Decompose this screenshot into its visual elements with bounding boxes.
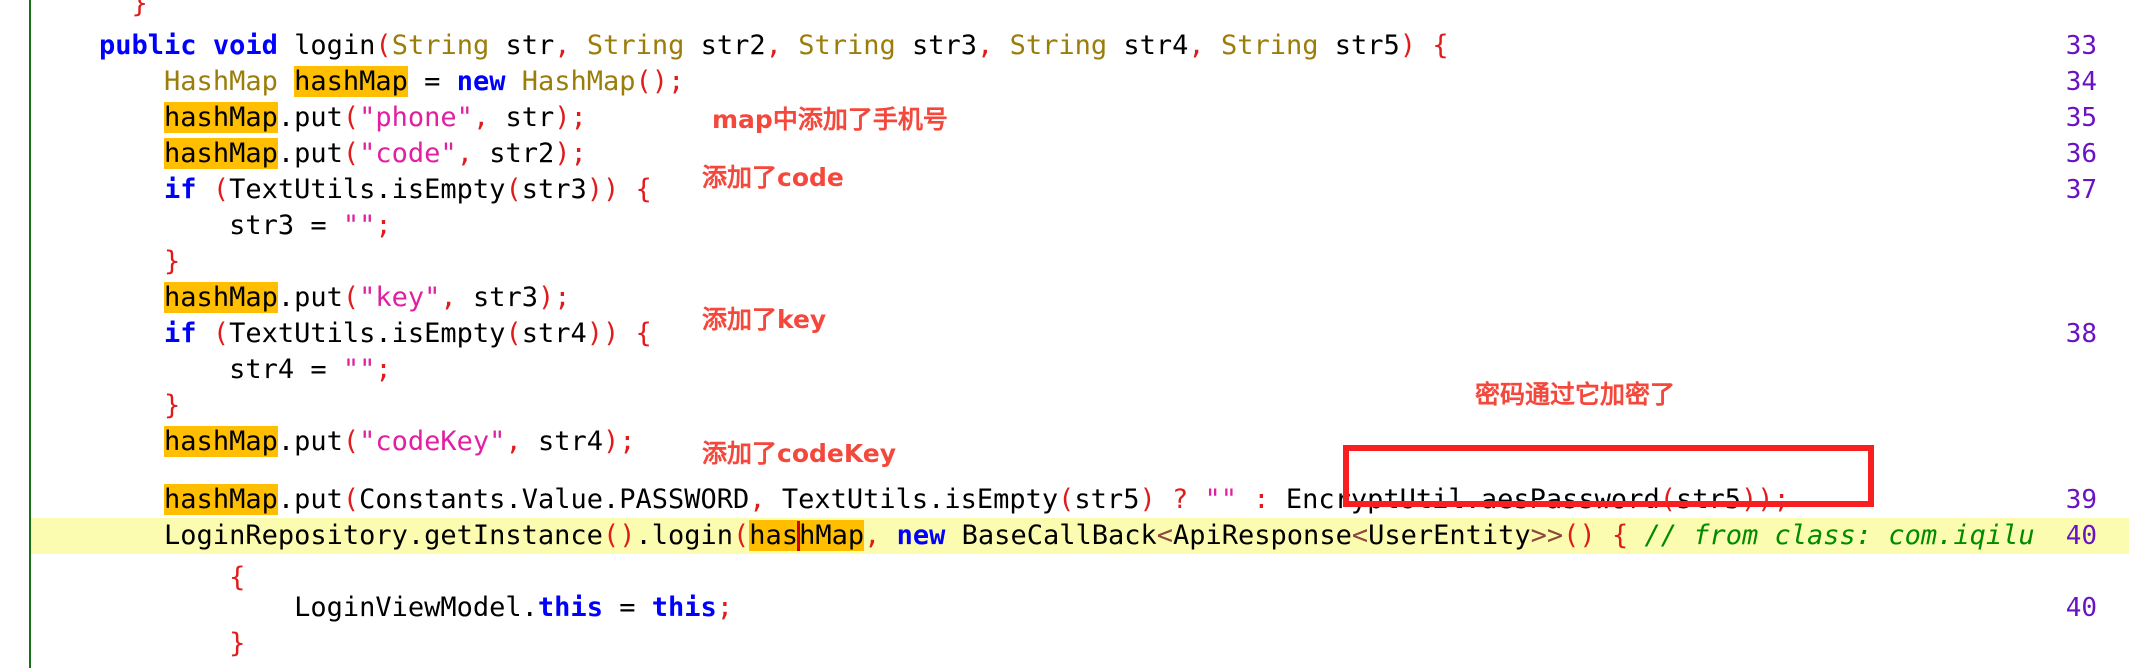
line-number: 33 bbox=[2065, 31, 2097, 61]
line-number: 34 bbox=[2065, 67, 2097, 97]
annotation-password: 密码通过它加密了 bbox=[1475, 380, 1676, 409]
code-line[interactable]: str3 = ""; bbox=[34, 208, 2129, 244]
line-number: 39 bbox=[2065, 485, 2097, 515]
code-line[interactable]: public void login(String str, String str… bbox=[34, 28, 2129, 64]
code-line[interactable]: } bbox=[34, 244, 2129, 280]
line-number: 40 bbox=[2065, 593, 2097, 623]
annotation-codekey: 添加了codeKey bbox=[702, 439, 897, 468]
code-line[interactable]: } bbox=[34, 626, 2129, 662]
callout-rectangle-encryptutil bbox=[1343, 445, 1874, 507]
text-caret bbox=[797, 521, 801, 551]
code-line-current[interactable]: LoginRepository.getInstance().login(hash… bbox=[34, 518, 2129, 554]
code-line[interactable]: hashMap.put("phone", str); bbox=[34, 100, 2129, 136]
code-line[interactable]: hashMap.put("code", str2); bbox=[34, 136, 2129, 172]
annotation-code: 添加了code bbox=[702, 163, 844, 192]
line-number: 40 bbox=[2065, 521, 2097, 551]
code-line[interactable]: if (TextUtils.isEmpty(str3)) { bbox=[34, 172, 2129, 208]
annotation-phone: map中添加了手机号 bbox=[712, 105, 948, 134]
code-editor-viewport[interactable]: 33 34 35 36 37 38 39 40 40 } public void… bbox=[0, 0, 2129, 668]
line-number: 37 bbox=[2065, 175, 2097, 205]
gutter-separator-rule bbox=[29, 0, 31, 668]
code-line[interactable]: HashMap hashMap = new HashMap(); bbox=[34, 64, 2129, 100]
code-text-area[interactable]: } public void login(String str, String s… bbox=[34, 0, 2129, 668]
line-number: 38 bbox=[2065, 319, 2097, 349]
code-line[interactable]: str4 = ""; bbox=[34, 352, 2129, 388]
line-number: 36 bbox=[2065, 139, 2097, 169]
code-line[interactable]: LoginViewModel.this = this; bbox=[34, 590, 2129, 626]
code-line[interactable]: hashMap.put("key", str3); bbox=[34, 280, 2129, 316]
code-line[interactable]: } bbox=[34, 0, 2129, 22]
code-line[interactable]: } bbox=[34, 388, 2129, 424]
annotation-key: 添加了key bbox=[702, 305, 827, 334]
code-line[interactable]: if (TextUtils.isEmpty(str4)) { bbox=[34, 316, 2129, 352]
line-number: 35 bbox=[2065, 103, 2097, 133]
line-number-gutter bbox=[0, 0, 30, 668]
